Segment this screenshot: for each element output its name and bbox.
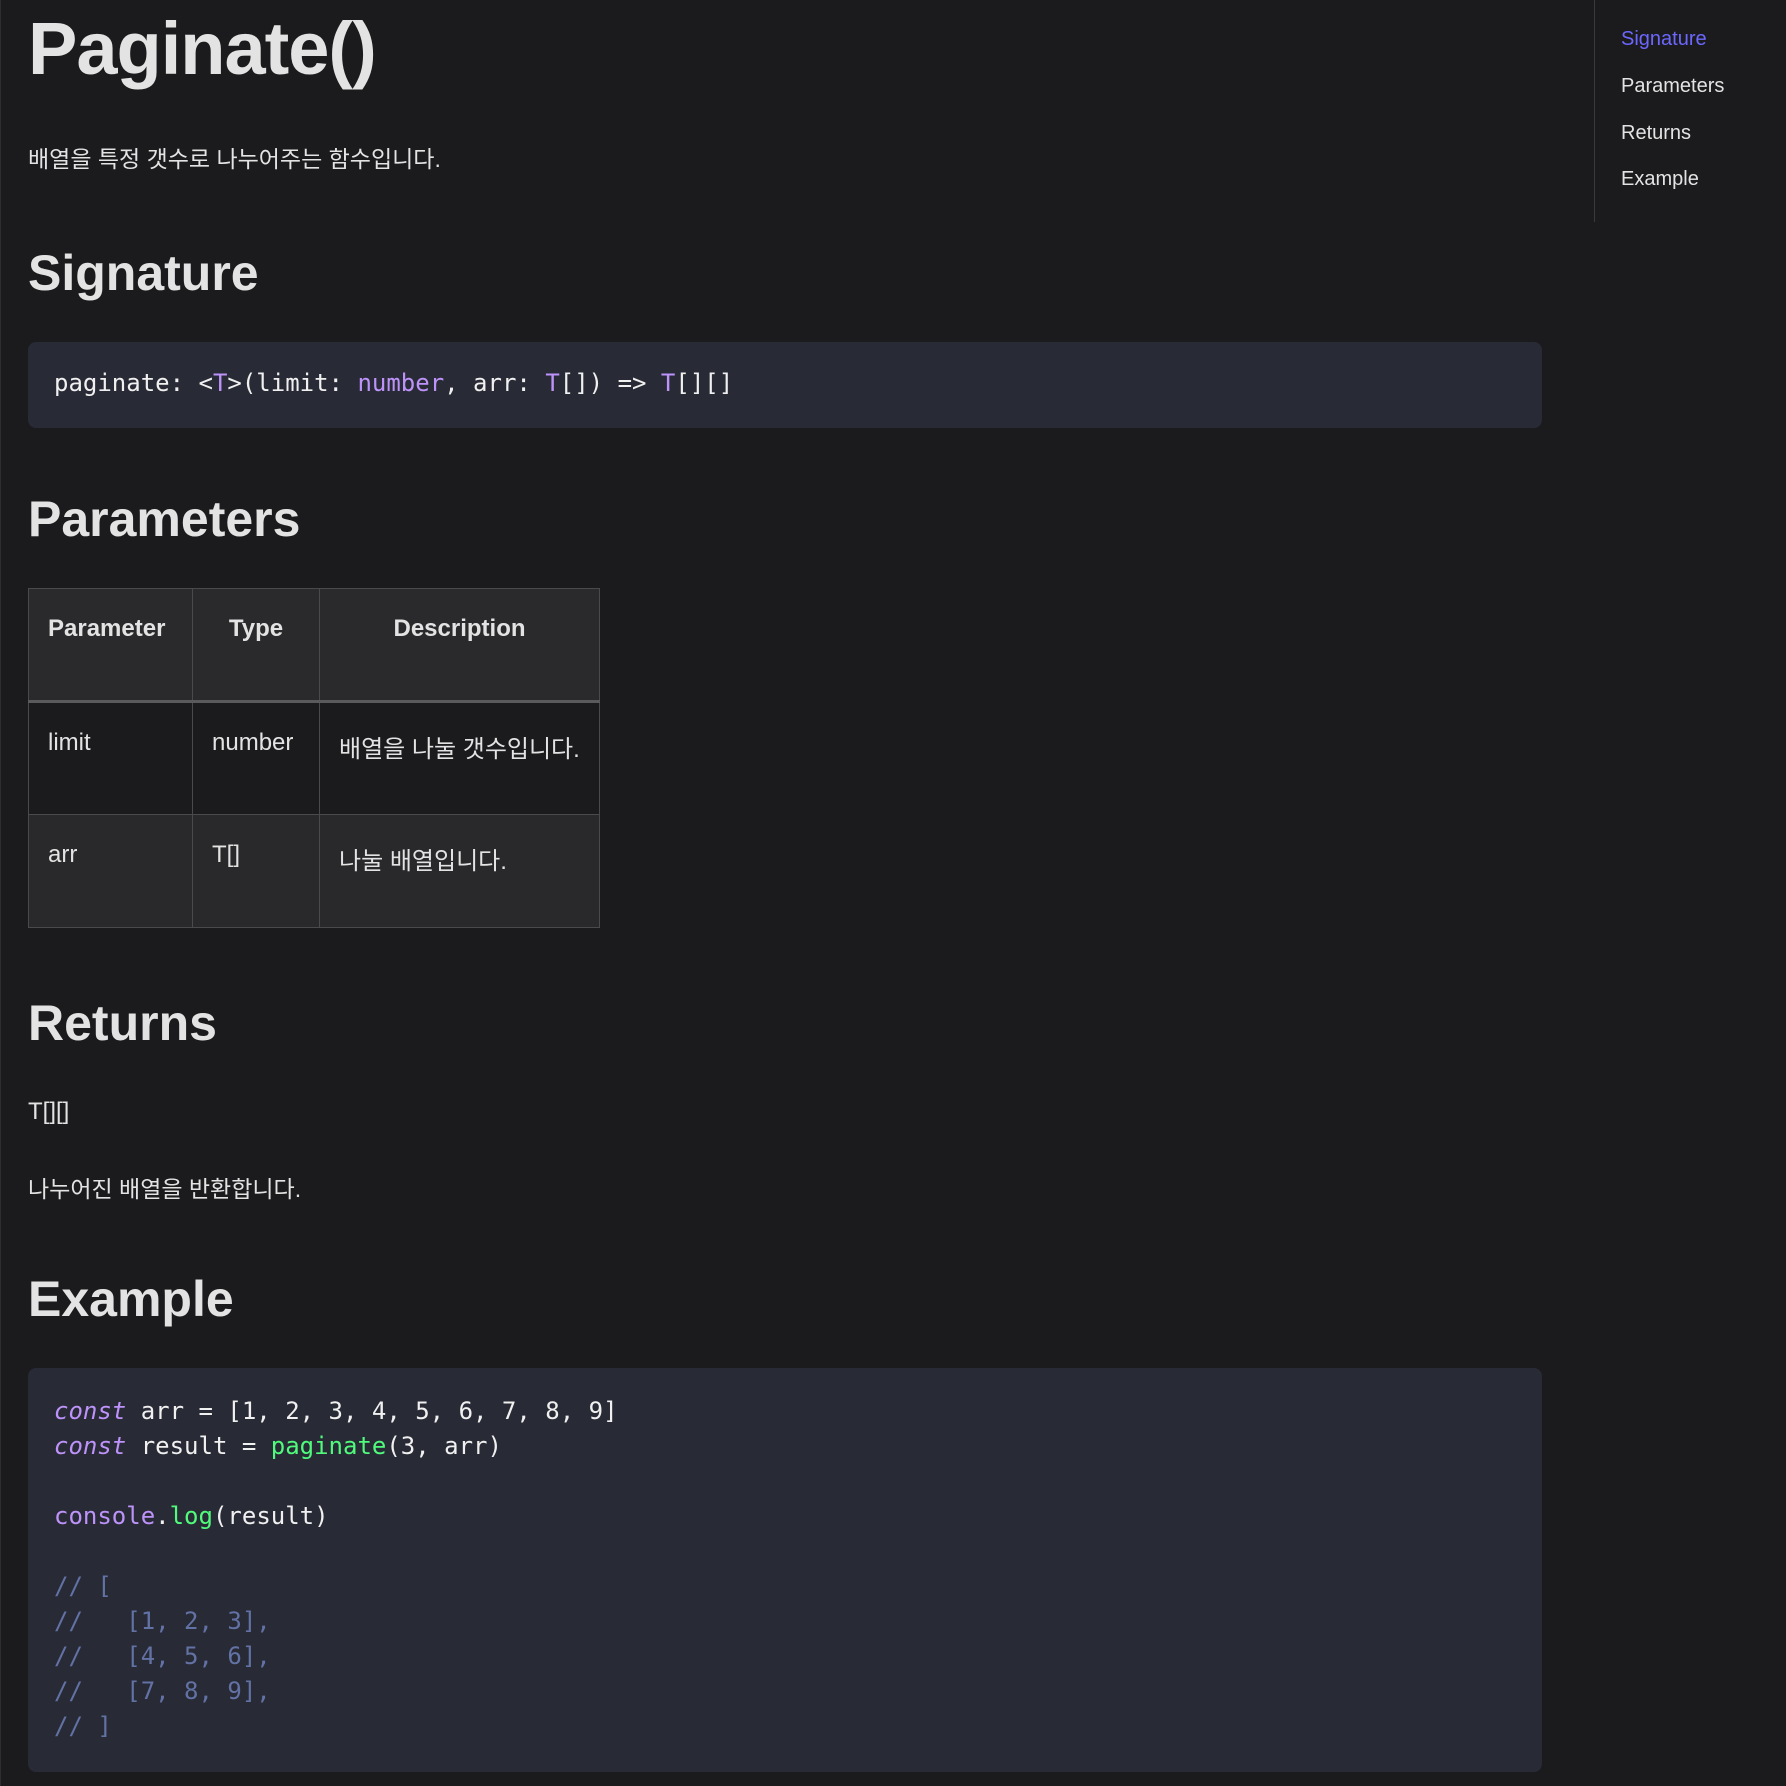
param-type-cell: T[] [192, 814, 320, 928]
code-object: console [54, 1502, 156, 1530]
code-comment: // [7, 8, 9], [54, 1677, 271, 1705]
param-description-cell: 배열을 나눌 갯수입니다. [319, 701, 600, 815]
parameters-table: Parameter Type Description limit number … [28, 588, 600, 928]
code-token-type: T [212, 369, 228, 397]
table-row: limit number 배열을 나눌 갯수입니다. [28, 701, 600, 815]
page-intro: 배열을 특정 갯수로 나누어주는 함수입니다. [28, 146, 441, 172]
signature-code-block[interactable]: paginate: <T>(limit: number, arr: T[]) =… [28, 342, 1542, 428]
toc-link-returns[interactable]: Returns [1621, 122, 1691, 145]
code-keyword: const [54, 1397, 127, 1425]
param-name-cell: limit [28, 701, 193, 815]
section-heading-signature: Signature [28, 245, 259, 301]
code-line: const result = paginate(3, arr) [54, 1429, 1516, 1464]
code-line: console.log(result) [54, 1499, 1516, 1534]
code-token-type: T [545, 369, 560, 397]
code-token: (result) [212, 1502, 329, 1530]
table-row: arr T[] 나눌 배열입니다. [28, 814, 600, 928]
code-token: . [155, 1502, 170, 1530]
doc-page: Paginate() 배열을 특정 갯수로 나누어주는 함수입니다. Signa… [0, 0, 1786, 1786]
table-header-row: Parameter Type Description [28, 588, 600, 703]
code-keyword: const [54, 1432, 127, 1460]
toc-link-parameters[interactable]: Parameters [1621, 75, 1724, 98]
toc-link-example[interactable]: Example [1621, 168, 1699, 191]
code-comment: // [1, 2, 3], [54, 1607, 271, 1635]
table-of-contents: Signature Parameters Returns Example [1594, 0, 1786, 222]
code-token: arr = [1, 2, 3, 4, 5, 6, 7, 8, 9] [126, 1397, 618, 1425]
param-description-cell: 나눌 배열입니다. [319, 814, 600, 928]
example-code-block[interactable]: const arr = [1, 2, 3, 4, 5, 6, 7, 8, 9] … [28, 1368, 1542, 1772]
returns-description: 나누어진 배열을 반환합니다. [28, 1176, 302, 1202]
code-token: (3, arr) [386, 1432, 502, 1460]
code-token-type: T [660, 369, 676, 397]
toc-link-signature[interactable]: Signature [1621, 28, 1707, 51]
code-token: >(limit: [227, 369, 358, 397]
code-comment: // [ [54, 1572, 112, 1600]
code-token-type: number [357, 369, 445, 397]
returns-type: T[][] [28, 1098, 70, 1125]
code-token: , arr: [444, 369, 546, 397]
column-header-parameter: Parameter [28, 588, 193, 703]
code-function: paginate [270, 1432, 387, 1460]
section-heading-returns: Returns [28, 995, 217, 1051]
section-heading-parameters: Parameters [28, 491, 301, 547]
code-comment: // [4, 5, 6], [54, 1642, 271, 1670]
code-token: []) => [559, 369, 661, 397]
left-border [0, 0, 1, 1786]
column-header-type: Type [192, 588, 320, 703]
param-name-cell: arr [28, 814, 193, 928]
section-heading-example: Example [28, 1271, 234, 1327]
page-title: Paginate() [28, 7, 377, 90]
code-token: paginate: < [54, 369, 213, 397]
code-comment: // ] [54, 1712, 112, 1740]
code-function: log [169, 1502, 213, 1530]
code-token: [][] [675, 369, 734, 397]
param-type-cell: number [192, 701, 320, 815]
code-token: result = [126, 1432, 271, 1460]
code-line: const arr = [1, 2, 3, 4, 5, 6, 7, 8, 9] [54, 1394, 1516, 1429]
signature-code-line: paginate: <T>(limit: number, arr: T[]) =… [54, 366, 1516, 401]
column-header-description: Description [319, 588, 600, 703]
